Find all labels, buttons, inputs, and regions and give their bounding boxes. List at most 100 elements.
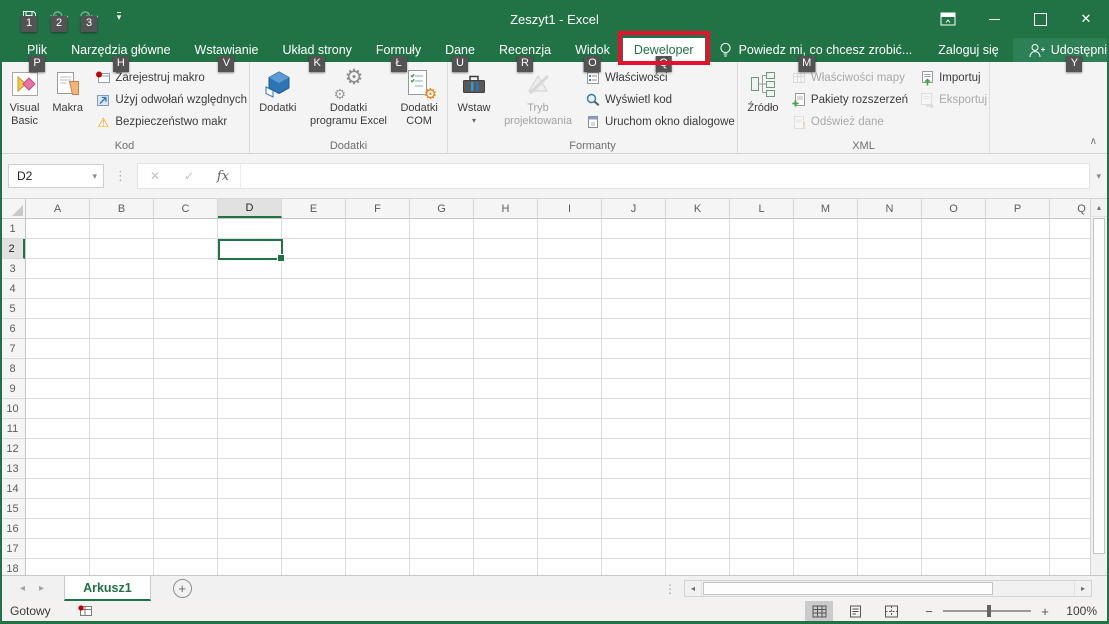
- sheet-nav-left-icon[interactable]: ◂: [20, 583, 25, 594]
- select-all-corner[interactable]: [0, 199, 26, 219]
- fill-handle[interactable]: [277, 254, 285, 262]
- column-header-G[interactable]: G: [410, 199, 474, 218]
- minimize-button[interactable]: [971, 0, 1017, 38]
- column-header-E[interactable]: E: [282, 199, 346, 218]
- selected-cell-D2[interactable]: [218, 239, 283, 260]
- insert-function-button[interactable]: fx: [206, 169, 240, 184]
- sheet-nav-right-icon[interactable]: ▸: [39, 583, 44, 594]
- tab-narzedzia-glowne[interactable]: Narzędzia główne H: [60, 38, 181, 62]
- row-header-8[interactable]: 8: [0, 359, 25, 379]
- uruchom-okno-dialogowe-button[interactable]: Uruchom okno dialogowe: [584, 111, 735, 133]
- zrodlo-button[interactable]: Źródło: [740, 65, 786, 139]
- column-header-M[interactable]: M: [794, 199, 858, 218]
- wyswietl-kod-button[interactable]: Wyświetl kod: [584, 89, 735, 111]
- column-header-H[interactable]: H: [474, 199, 538, 218]
- scroll-up-icon[interactable]: ▴: [1091, 199, 1107, 217]
- row-header-17[interactable]: 17: [0, 539, 25, 559]
- row-header-12[interactable]: 12: [0, 439, 25, 459]
- vertical-scrollbar-thumb[interactable]: [1093, 218, 1105, 554]
- dodatki-com-button[interactable]: ⚙ Dodatki COM: [393, 65, 445, 139]
- row-header-16[interactable]: 16: [0, 519, 25, 539]
- redo-button[interactable]: ↷▾ 3: [74, 4, 104, 30]
- normal-view-button[interactable]: [805, 601, 833, 621]
- sheet-tab-arkusz1[interactable]: Arkusz1: [64, 576, 151, 601]
- zoom-out-button[interactable]: −: [923, 604, 935, 619]
- row-header-13[interactable]: 13: [0, 459, 25, 479]
- page-layout-view-button[interactable]: [841, 601, 869, 621]
- dodatki-programu-excel-button[interactable]: ⚙⚙ Dodatki programu Excel: [308, 65, 390, 139]
- horizontal-scrollbar-track[interactable]: [702, 581, 1074, 596]
- save-button[interactable]: 1: [14, 4, 44, 30]
- column-header-D[interactable]: D: [218, 199, 282, 218]
- tab-wstawianie[interactable]: Wstawianie V: [184, 38, 270, 62]
- macro-record-status-icon[interactable]: [77, 604, 93, 618]
- zoom-percentage[interactable]: 100%: [1059, 604, 1097, 618]
- vertical-scrollbar[interactable]: ▴: [1090, 199, 1107, 575]
- column-header-F[interactable]: F: [346, 199, 410, 218]
- scroll-left-icon[interactable]: ◂: [685, 581, 702, 596]
- column-header-P[interactable]: P: [986, 199, 1050, 218]
- row-header-2[interactable]: 2: [0, 239, 25, 259]
- zoom-slider-thumb[interactable]: [987, 605, 991, 617]
- maximize-button[interactable]: [1017, 0, 1063, 38]
- row-header-11[interactable]: 11: [0, 419, 25, 439]
- row-header-7[interactable]: 7: [0, 339, 25, 359]
- row-header-15[interactable]: 15: [0, 499, 25, 519]
- wstaw-button[interactable]: Wstaw ▾: [450, 65, 498, 139]
- scroll-right-icon[interactable]: ▸: [1074, 581, 1091, 596]
- cells-area[interactable]: [26, 219, 1090, 575]
- column-header-K[interactable]: K: [666, 199, 730, 218]
- ribbon-display-options-button[interactable]: [925, 0, 971, 38]
- row-header-1[interactable]: 1: [0, 219, 25, 239]
- tab-widok[interactable]: Widok O: [564, 38, 621, 62]
- page-break-view-button[interactable]: [877, 601, 905, 621]
- enter-button[interactable]: ✓: [172, 169, 206, 183]
- column-header-L[interactable]: L: [730, 199, 794, 218]
- tab-deweloper[interactable]: Deweloper Q: [623, 38, 705, 62]
- row-header-10[interactable]: 10: [0, 399, 25, 419]
- makra-button[interactable]: Makra: [47, 65, 88, 139]
- column-header-A[interactable]: A: [26, 199, 90, 218]
- column-header-C[interactable]: C: [154, 199, 218, 218]
- importuj-button[interactable]: Importuj: [918, 67, 987, 89]
- eksportuj-button[interactable]: Eksportuj: [918, 89, 987, 111]
- close-button[interactable]: ✕: [1063, 0, 1109, 38]
- name-box[interactable]: D2 ▾: [8, 164, 104, 188]
- pakiety-rozszerzen-button[interactable]: Pakiety rozszerzeń: [790, 89, 908, 111]
- column-header-I[interactable]: I: [538, 199, 602, 218]
- tryb-projektowania-button[interactable]: Tryb projektowania: [498, 65, 578, 139]
- column-header-O[interactable]: O: [922, 199, 986, 218]
- row-header-6[interactable]: 6: [0, 319, 25, 339]
- row-header-5[interactable]: 5: [0, 299, 25, 319]
- row-header-9[interactable]: 9: [0, 379, 25, 399]
- add-sheet-button[interactable]: +: [173, 579, 192, 598]
- column-header-Q[interactable]: Q: [1050, 199, 1090, 218]
- cancel-button[interactable]: ✕: [138, 169, 172, 183]
- expand-formula-bar-icon[interactable]: ▾: [1096, 171, 1101, 182]
- odswiez-dane-button[interactable]: Odśwież dane: [790, 111, 908, 133]
- column-header-N[interactable]: N: [858, 199, 922, 218]
- zoom-in-button[interactable]: +: [1039, 604, 1051, 619]
- formula-input[interactable]: [240, 164, 1089, 188]
- horizontal-scrollbar-thumb[interactable]: [703, 582, 993, 595]
- visual-basic-button[interactable]: Visual Basic: [2, 65, 47, 139]
- column-header-B[interactable]: B: [90, 199, 154, 218]
- customize-qat-button[interactable]: ▾: [104, 4, 134, 30]
- name-box-caret-icon[interactable]: ▾: [92, 171, 97, 182]
- zoom-slider[interactable]: [943, 610, 1031, 612]
- undo-button[interactable]: ↶▾ 2: [44, 4, 74, 30]
- row-header-3[interactable]: 3: [0, 259, 25, 279]
- uzyj-odwolan-wzglednych-button[interactable]: Użyj odwołań względnych: [94, 89, 247, 111]
- tab-uklad-strony[interactable]: Układ strony K: [271, 38, 362, 62]
- tab-formuly[interactable]: Formuły Ł: [365, 38, 432, 62]
- tab-dane[interactable]: Dane U: [434, 38, 486, 62]
- share-button[interactable]: Udostępnij Y: [1013, 38, 1109, 62]
- formula-bar-separator-dots[interactable]: ⋮: [114, 168, 127, 184]
- collapse-ribbon-icon[interactable]: ∧: [1090, 136, 1097, 147]
- row-header-14[interactable]: 14: [0, 479, 25, 499]
- horizontal-scrollbar[interactable]: ◂ ▸: [684, 580, 1092, 597]
- column-header-J[interactable]: J: [602, 199, 666, 218]
- sheetbar-separator-dots[interactable]: ⋮: [664, 582, 676, 596]
- row-header-18[interactable]: 18: [0, 559, 25, 575]
- tell-me-box[interactable]: Powiedz mi, co chcesz zrobić... M: [707, 38, 925, 62]
